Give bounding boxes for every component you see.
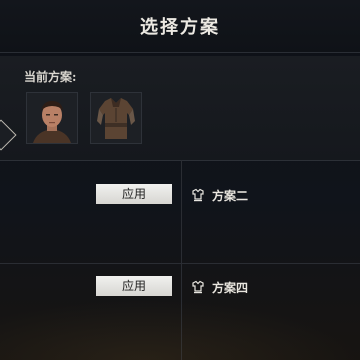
- character-face-icon: [27, 93, 77, 143]
- diamond-icon[interactable]: [0, 119, 17, 151]
- apply-button-plan-2[interactable]: 应用: [96, 184, 172, 204]
- plan-name-2: 方案二: [212, 189, 249, 203]
- armor-slot[interactable]: [90, 92, 142, 144]
- row-divider: [0, 263, 360, 264]
- leather-armor-icon: [91, 93, 141, 143]
- armor-stand-icon: [191, 280, 205, 294]
- background-glow: [0, 300, 360, 360]
- character-face-slot[interactable]: [26, 92, 78, 144]
- header-bar: 选择方案: [0, 0, 360, 53]
- current-plan-panel: 当前方案:: [0, 56, 360, 161]
- armor-stand-icon: [191, 188, 205, 202]
- current-plan-label: 当前方案:: [24, 70, 77, 84]
- page-title: 选择方案: [140, 17, 220, 38]
- plan-name-4: 方案四: [212, 281, 249, 295]
- apply-button-plan-4[interactable]: 应用: [96, 276, 172, 296]
